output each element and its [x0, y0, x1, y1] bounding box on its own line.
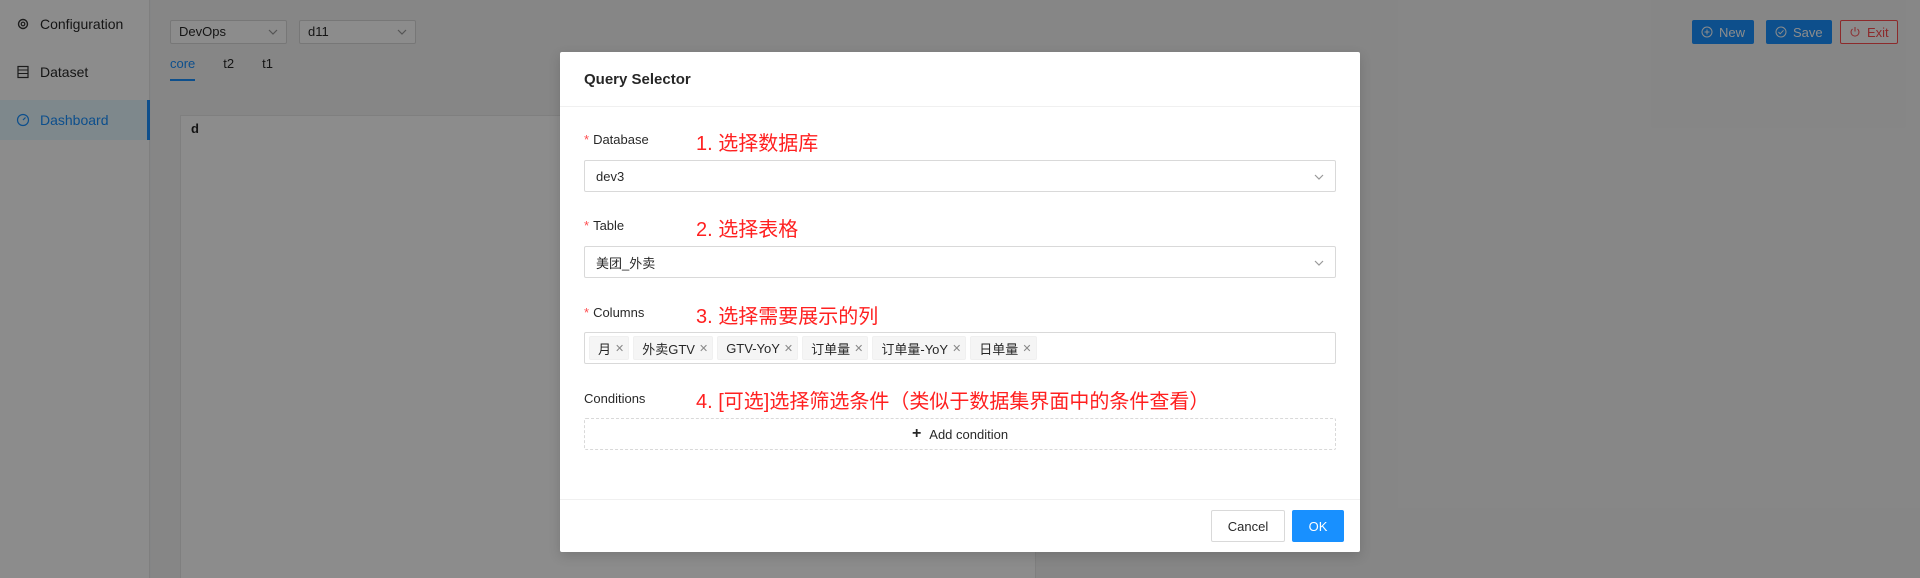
column-tag: 日单量 ✕ [970, 336, 1037, 360]
modal-title: Query Selector [560, 52, 1360, 107]
column-tag: 订单量 ✕ [802, 336, 869, 360]
conditions-annotation: 4. [可选]选择筛选条件（类似于数据集界面中的条件查看） [696, 391, 1210, 413]
close-icon[interactable]: ✕ [952, 342, 961, 355]
database-select[interactable]: dev3 [584, 160, 1336, 192]
columns-label: * Columns [584, 305, 645, 320]
cancel-button[interactable]: Cancel [1211, 510, 1285, 542]
column-tag: 月 ✕ [589, 336, 630, 360]
table-select[interactable]: 美团_外卖 [584, 246, 1336, 278]
columns-multiselect[interactable]: 月 ✕ 外卖GTV ✕ GTV-YoY ✕ 订单量 ✕ 订单量-YoY ✕ 日单量 ✕ [584, 332, 1336, 364]
plus-icon: + [911, 425, 922, 442]
column-tag: GTV-YoY ✕ [717, 336, 799, 360]
close-icon[interactable]: ✕ [699, 342, 708, 355]
add-condition-button[interactable]: + Add condition [584, 418, 1336, 450]
column-tag: 订单量-YoY ✕ [872, 336, 967, 360]
table-annotation: 2. 选择表格 [696, 219, 799, 241]
ok-button[interactable]: OK [1292, 510, 1344, 542]
table-label: * Table [584, 218, 625, 233]
database-label: * Database [584, 132, 649, 147]
columns-annotation: 3. 选择需要展示的列 [696, 306, 879, 328]
app-root: Configuration Dataset Dashboard DevOps d… [0, 0, 1920, 578]
query-selector-modal: Query Selector * Database 1. 选择数据库 dev3 *… [560, 52, 1360, 552]
add-condition-label: Add condition [929, 426, 1009, 442]
column-tag: 外卖GTV ✕ [633, 336, 714, 360]
close-icon[interactable]: ✕ [1022, 342, 1031, 355]
conditions-label: Conditions [584, 391, 646, 406]
modal-footer: Cancel OK [560, 499, 1360, 552]
close-icon[interactable]: ✕ [854, 342, 863, 355]
table-select-value: 美团_外卖 [596, 255, 656, 271]
close-icon[interactable]: ✕ [615, 342, 624, 355]
chevron-down-icon [1314, 260, 1324, 266]
close-icon[interactable]: ✕ [784, 342, 793, 355]
database-annotation: 1. 选择数据库 [696, 133, 819, 155]
chevron-down-icon [1314, 174, 1324, 180]
database-select-value: dev3 [596, 168, 625, 184]
